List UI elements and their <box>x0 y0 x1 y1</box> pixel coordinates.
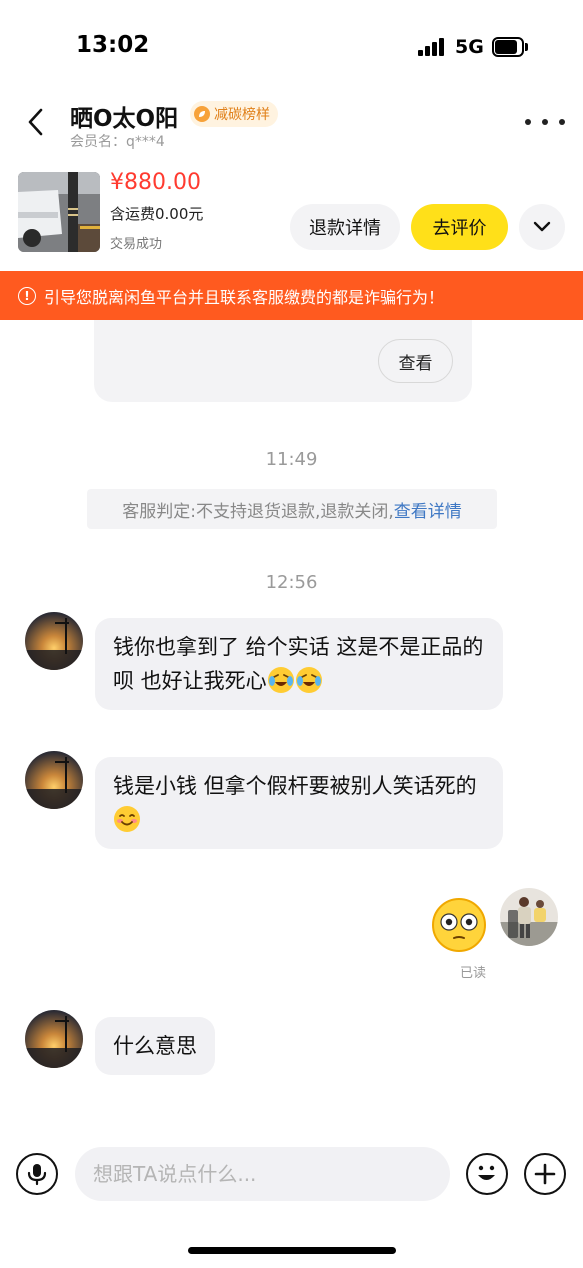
timestamp: 11:49 <box>265 449 318 470</box>
plus-icon[interactable] <box>524 1153 566 1195</box>
view-button[interactable]: 查看 <box>378 339 453 383</box>
carbon-badge[interactable]: 减碳榜样 <box>190 101 278 127</box>
network-label: 5G <box>455 36 484 58</box>
crying-laughing-emoji <box>267 667 294 693</box>
shipping-fee: 含运费0.00元 <box>110 205 204 223</box>
signal-icon <box>418 38 448 56</box>
message-input[interactable] <box>75 1147 450 1201</box>
flushed-face-sticker[interactable] <box>431 897 487 953</box>
trade-status: 交易成功 <box>110 237 163 252</box>
leaf-badge-icon <box>194 106 210 122</box>
microphone-icon[interactable] <box>16 1153 58 1195</box>
my-avatar[interactable] <box>500 888 558 946</box>
product-thumbnail[interactable] <box>18 172 100 252</box>
back-arrow-icon[interactable] <box>20 104 52 140</box>
fraud-warning-banner: ! 引导您脱离闲鱼平台并且联系客服缴费的都是诈骗行为！ <box>0 271 583 320</box>
contact-avatar[interactable] <box>25 751 83 809</box>
emoji-icon[interactable] <box>466 1153 508 1195</box>
message-text: 钱是小钱 但拿个假杆要被别人笑话死的 <box>113 774 477 798</box>
contact-name[interactable]: 晒O太O阳 <box>70 99 178 133</box>
chevron-down-icon[interactable] <box>519 204 565 250</box>
system-note: 客服判定:不支持退货退款,退款关闭, 查看详情 <box>87 489 497 529</box>
contact-avatar[interactable] <box>25 612 83 670</box>
more-dots-icon[interactable] <box>525 110 565 134</box>
member-info: 会员名：q***4 <box>70 131 165 151</box>
review-button[interactable]: 去评价 <box>411 204 508 250</box>
message-text: 什么意思 <box>113 1034 197 1058</box>
status-bar: 13:02 5G <box>0 0 583 90</box>
timestamp: 12:56 <box>265 572 318 593</box>
warning-text: 引导您脱离闲鱼平台并且联系客服缴费的都是诈骗行为！ <box>44 287 445 307</box>
product-price: ¥880.00 <box>110 170 201 195</box>
home-indicator[interactable] <box>188 1247 396 1254</box>
smiling-emoji <box>114 806 140 832</box>
system-note-text: 客服判定:不支持退货退款,退款关闭, <box>122 501 394 522</box>
contact-avatar[interactable] <box>25 1010 83 1068</box>
system-note-link[interactable]: 查看详情 <box>394 497 462 522</box>
refund-details-button[interactable]: 退款详情 <box>290 204 400 250</box>
crying-laughing-emoji <box>295 667 322 693</box>
battery-icon <box>492 37 528 57</box>
status-time: 13:02 <box>76 32 150 58</box>
read-status: 已读 <box>460 966 487 981</box>
member-id: q***4 <box>126 134 165 150</box>
member-label: 会员名： <box>70 134 126 150</box>
message-bubble[interactable]: 钱你也拿到了 给个实话 这是不是正品的呗 也好让我死心 <box>95 618 503 710</box>
message-bubble[interactable]: 钱是小钱 但拿个假杆要被别人笑话死的 <box>95 757 503 849</box>
badge-label: 减碳榜样 <box>214 107 270 123</box>
message-bubble[interactable]: 什么意思 <box>95 1017 215 1075</box>
warning-circle-icon: ! <box>18 286 36 305</box>
